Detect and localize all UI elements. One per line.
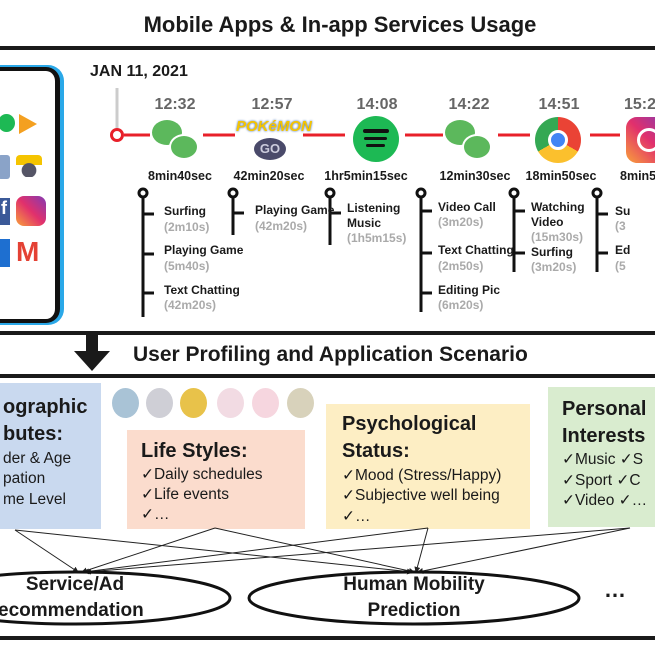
- activity-time: (15m30s): [531, 230, 584, 244]
- activity-time: (3m20s): [531, 260, 577, 274]
- psychological-box: Psychological Status: ✓Mood (Stress/Happ…: [326, 404, 530, 529]
- event-duration: 12min30sec: [439, 169, 511, 183]
- avatar: [217, 388, 244, 418]
- tree-node: [137, 187, 149, 199]
- timeline-lines: [110, 88, 620, 317]
- event-duration: 1hr5min15sec: [324, 169, 408, 183]
- activity-label: Text Chatting: [438, 243, 514, 257]
- event-duration: 8min40sec: [148, 169, 212, 183]
- instagram-icon: [626, 117, 655, 163]
- timeline-start: [110, 128, 124, 142]
- activity-time: (42m20s): [255, 219, 308, 233]
- event-time: 14:22: [448, 96, 490, 113]
- box-item: ✓Life events: [141, 486, 229, 503]
- tree-node: [415, 187, 427, 199]
- event-time: 12:32: [154, 96, 196, 113]
- tree-node: [508, 187, 520, 199]
- event-duration: 8min5: [620, 169, 655, 183]
- divider: [0, 636, 655, 640]
- demographic-box: ographic butes: der & Age pation me Leve…: [0, 383, 101, 529]
- activity-label: Listening: [347, 201, 401, 215]
- avatar: [287, 388, 314, 418]
- event-time: 14:08: [356, 96, 398, 113]
- box-item: der & Age: [3, 450, 72, 467]
- label-line: Prediction: [367, 600, 461, 621]
- chrome-icon: [535, 117, 581, 163]
- box-item: ✓Sport ✓C: [562, 472, 641, 489]
- event-time: 15:2: [624, 96, 655, 113]
- box-title: butes:: [3, 423, 63, 445]
- avatar: [180, 388, 207, 418]
- box-title: Psychological: [342, 413, 477, 435]
- event-duration: 18min50sec: [525, 169, 597, 183]
- event-duration: 42min20sec: [233, 169, 305, 183]
- avatar: [146, 388, 173, 418]
- activity-time: (5m40s): [164, 259, 210, 273]
- event-time: 14:51: [538, 96, 580, 113]
- wechat-icon: [152, 120, 200, 162]
- event-time: 12:57: [251, 96, 293, 113]
- box-item: ✓Daily schedules: [141, 466, 263, 483]
- box-title: Personal: [562, 398, 647, 420]
- box-item: ✓Subjective well being: [342, 487, 500, 504]
- activity-label: Video: [531, 215, 564, 229]
- human-mobility-prediction-label: Human Mobility Prediction: [314, 572, 514, 624]
- diagram: Mobile Apps & In-app Services Usage f M …: [0, 0, 655, 655]
- box-item: ✓Music ✓S: [562, 451, 644, 468]
- activity-time: (42m20s): [164, 298, 217, 312]
- activity-label: Surfing: [531, 245, 573, 259]
- activity-label: Video Call: [438, 200, 496, 214]
- box-item: ✓Video ✓…: [562, 492, 648, 509]
- box-item: ✓Mood (Stress/Happy): [342, 467, 502, 484]
- activity-time: (3: [615, 219, 626, 233]
- label-line: Service/Ad: [25, 574, 125, 595]
- tree-node: [324, 187, 336, 199]
- box-title: ographic: [3, 396, 88, 418]
- avatar: [112, 388, 139, 418]
- activity-time: (1h5m15s): [347, 231, 407, 245]
- activity-label: Text Chatting: [164, 283, 240, 297]
- pokemon-go-icon: POKéMON GO: [236, 118, 312, 162]
- box-title: Status:: [342, 440, 410, 462]
- lifestyles-box: Life Styles: ✓Daily schedules ✓Life even…: [127, 430, 305, 529]
- activity-time: (5: [615, 259, 626, 273]
- wechat-icon: [445, 120, 493, 162]
- activity-label: Playing Game: [164, 243, 244, 257]
- activity-time: (3m20s): [438, 215, 484, 229]
- avatar: [252, 388, 279, 418]
- label-line: ecommendation: [0, 600, 144, 621]
- activity-label: Playing Game: [255, 203, 335, 217]
- activity-label: Music: [347, 216, 382, 230]
- activity-label: Su: [615, 204, 631, 218]
- box-title: Life Styles:: [141, 440, 248, 462]
- activity-label: Editing Pic: [438, 283, 501, 297]
- interests-box: Personal Interests ✓Music ✓S ✓Sport ✓C ✓…: [548, 387, 655, 527]
- activity-time: (2m10s): [164, 220, 210, 234]
- activity-time: (6m20s): [438, 298, 484, 312]
- box-item: pation: [3, 470, 46, 487]
- tree-node: [591, 187, 603, 199]
- spotify-icon: [353, 116, 399, 162]
- activity-label: Ed: [615, 243, 631, 257]
- activity-label: Watching: [531, 200, 585, 214]
- more-ellipsis: …: [604, 577, 626, 602]
- section-title: User Profiling and Application Scenario: [133, 343, 528, 366]
- label-line: Human Mobility: [343, 574, 485, 595]
- activity-label: Surfing: [164, 204, 206, 218]
- service-ad-recommendation-label: Service/Ad ecommendation: [0, 572, 150, 624]
- box-title: Interests: [562, 425, 646, 447]
- activity-time: (2m50s): [438, 259, 484, 273]
- down-arrow-icon: [74, 331, 110, 371]
- tree-node: [227, 187, 239, 199]
- box-item: me Level: [3, 491, 66, 508]
